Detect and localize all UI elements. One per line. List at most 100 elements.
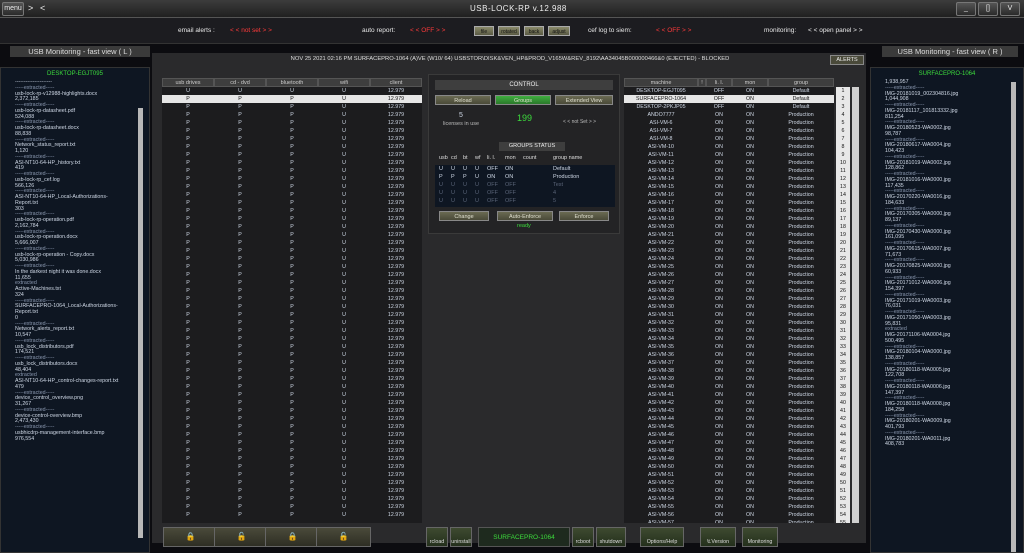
table-row[interactable]: ASI-VM-21 ON ON Production [624, 231, 834, 239]
table-row[interactable]: P P P U 12.979 [162, 215, 422, 223]
gs-cell[interactable]: U [463, 166, 475, 172]
table-row[interactable]: ASI-VM-7 ON ON Production [624, 127, 834, 135]
gs-cell[interactable]: OFF [487, 190, 505, 196]
table-row[interactable]: P P P U 12.979 [162, 319, 422, 327]
unlock-icon[interactable]: 🔓 [316, 527, 371, 547]
table-row[interactable]: P P P U 12.979 [162, 511, 422, 519]
gs-cell[interactable]: U [475, 174, 487, 180]
shutdown-button[interactable]: shutdown [596, 527, 626, 547]
column-header[interactable]: cd - dvd [214, 78, 266, 87]
table-row[interactable]: ASI-VM-10 ON ON Production [624, 143, 834, 151]
table-row[interactable]: ASI-VM-46 ON ON Production [624, 431, 834, 439]
cef-log-value[interactable]: < < OFF > > [656, 27, 691, 34]
table-row[interactable]: ASI-VM-52 ON ON Production [624, 479, 834, 487]
gs-cell[interactable]: ON [505, 174, 523, 180]
gs-cell[interactable]: OFF [505, 190, 523, 196]
gs-cell[interactable]: OFF [505, 182, 523, 188]
back-arrow-icon[interactable]: > [28, 3, 33, 13]
table-row[interactable]: ASI-VM-31 ON ON Production [624, 311, 834, 319]
column-header[interactable]: client [370, 78, 422, 87]
table-row[interactable]: P P P U 12.979 [162, 471, 422, 479]
lock-icon[interactable]: 🔒 [265, 527, 320, 547]
monitoring-button[interactable]: Monitoring [742, 527, 778, 547]
menu-button[interactable]: menu [2, 2, 24, 16]
table-row[interactable]: P P P U 12.979 [162, 191, 422, 199]
table-row[interactable]: ASI-VM-17 ON ON Production [624, 199, 834, 207]
table-row[interactable]: ASI-VM-54 ON ON Production [624, 495, 834, 503]
gs-cell[interactable]: P [439, 174, 451, 180]
table-row[interactable]: ASI-VM-12 ON ON Production [624, 159, 834, 167]
table-row[interactable]: ASI-VM-35 ON ON Production [624, 343, 834, 351]
alerts-button[interactable]: ALERTS [830, 55, 864, 65]
table-row[interactable]: ASI-VM-36 ON ON Production [624, 351, 834, 359]
table-row[interactable]: ASI-VM-23 ON ON Production [624, 247, 834, 255]
table-row[interactable]: U U U U 12.979 [162, 87, 422, 95]
table-row[interactable]: P P P U 12.979 [162, 135, 422, 143]
column-header[interactable]: usb drives [162, 78, 214, 87]
table-row[interactable]: ANDO7777 ON ON Production [624, 111, 834, 119]
table-row[interactable]: ASI-VM-13 ON ON Production [624, 167, 834, 175]
maximize-button[interactable]: [] [978, 2, 998, 16]
table-row[interactable]: ASI-VM-19 ON ON Production [624, 215, 834, 223]
table-row[interactable]: P P P U 12.979 [162, 263, 422, 271]
table-row[interactable]: ASI-VM-40 ON ON Production [624, 383, 834, 391]
table-row[interactable]: P P P U 12.979 [162, 311, 422, 319]
column-header[interactable]: ! [698, 78, 706, 87]
table-row[interactable]: P P P U 12.979 [162, 103, 422, 111]
table-row[interactable]: ASI-VM-26 ON ON Production [624, 271, 834, 279]
machines-scrollbar[interactable] [852, 87, 859, 523]
table-row[interactable]: P P P U 12.979 [162, 295, 422, 303]
table-row[interactable]: ASI-VM-49 ON ON Production [624, 455, 834, 463]
table-row[interactable]: ASI-VM-48 ON ON Production [624, 447, 834, 455]
table-row[interactable]: ASI-VM-47 ON ON Production [624, 439, 834, 447]
table-row[interactable]: P P P U 12.979 [162, 271, 422, 279]
gs-cell[interactable]: U [463, 198, 475, 204]
rotated-button[interactable]: rotated [498, 26, 520, 36]
gs-cell[interactable]: ON [487, 174, 505, 180]
gs-cell[interactable]: P [451, 174, 463, 180]
gs-cell[interactable]: U [475, 190, 487, 196]
options-help-button[interactable]: Options/Help [640, 527, 684, 547]
table-row[interactable]: P P P U 12.979 [162, 359, 422, 367]
table-row[interactable]: P P P U 12.979 [162, 151, 422, 159]
table-row[interactable]: ASI-VM-16 ON ON Production [624, 191, 834, 199]
table-row[interactable]: P P P U 12.979 [162, 415, 422, 423]
unload-button[interactable]: rcload [426, 527, 448, 547]
table-row[interactable]: ASI-VM-44 ON ON Production [624, 415, 834, 423]
table-row[interactable]: P P P U 12.979 [162, 367, 422, 375]
gs-cell[interactable]: 4 [553, 190, 619, 196]
table-row[interactable]: ASI-VM-50 ON ON Production [624, 463, 834, 471]
table-row[interactable]: ASI-VM-56 ON ON Production [624, 511, 834, 519]
table-row[interactable]: P P P U 12.979 [162, 503, 422, 511]
gs-cell[interactable]: P [463, 174, 475, 180]
email-alerts-value[interactable]: < < not set > > [230, 27, 272, 34]
column-header[interactable]: mon [732, 78, 768, 87]
table-row[interactable]: P P P U 12.979 [162, 479, 422, 487]
table-row[interactable]: ASI-VM-57 ON ON Production [624, 519, 834, 523]
gs-cell[interactable]: Test [553, 182, 619, 188]
table-row[interactable]: P P P U 12.979 [162, 95, 422, 103]
table-row[interactable]: ASI-VM-15 ON ON Production [624, 183, 834, 191]
table-row[interactable]: ASI-VM-27 ON ON Production [624, 279, 834, 287]
table-row[interactable]: ASI-VM-18 ON ON Production [624, 207, 834, 215]
table-row[interactable]: ASI-VM-30 ON ON Production [624, 303, 834, 311]
table-row[interactable]: ASI-VM-55 ON ON Production [624, 503, 834, 511]
minimize-button[interactable]: _ [956, 2, 976, 16]
table-row[interactable]: P P P U 12.979 [162, 495, 422, 503]
table-row[interactable]: P P P U 12.979 [162, 279, 422, 287]
column-header[interactable]: group [768, 78, 834, 87]
table-row[interactable]: P P P U 12.979 [162, 287, 422, 295]
gs-cell[interactable]: 5 [553, 198, 619, 204]
table-row[interactable]: P P P U 12.979 [162, 487, 422, 495]
back-button[interactable]: back [524, 26, 544, 36]
table-row[interactable]: ASI-VM-43 ON ON Production [624, 407, 834, 415]
table-row[interactable]: P P P U 12.979 [162, 439, 422, 447]
table-row[interactable]: ASI-VM-24 ON ON Production [624, 255, 834, 263]
table-row[interactable]: ASI-VM-38 ON ON Production [624, 367, 834, 375]
table-row[interactable]: ASI-VM-14 ON ON Production [624, 175, 834, 183]
reload-button[interactable]: Reload [435, 95, 491, 105]
enforce-button[interactable]: Enforce [559, 211, 609, 221]
gs-cell[interactable]: Production [553, 174, 619, 180]
gs-cell[interactable]: U [475, 166, 487, 172]
table-row[interactable]: P P P U 12.979 [162, 247, 422, 255]
